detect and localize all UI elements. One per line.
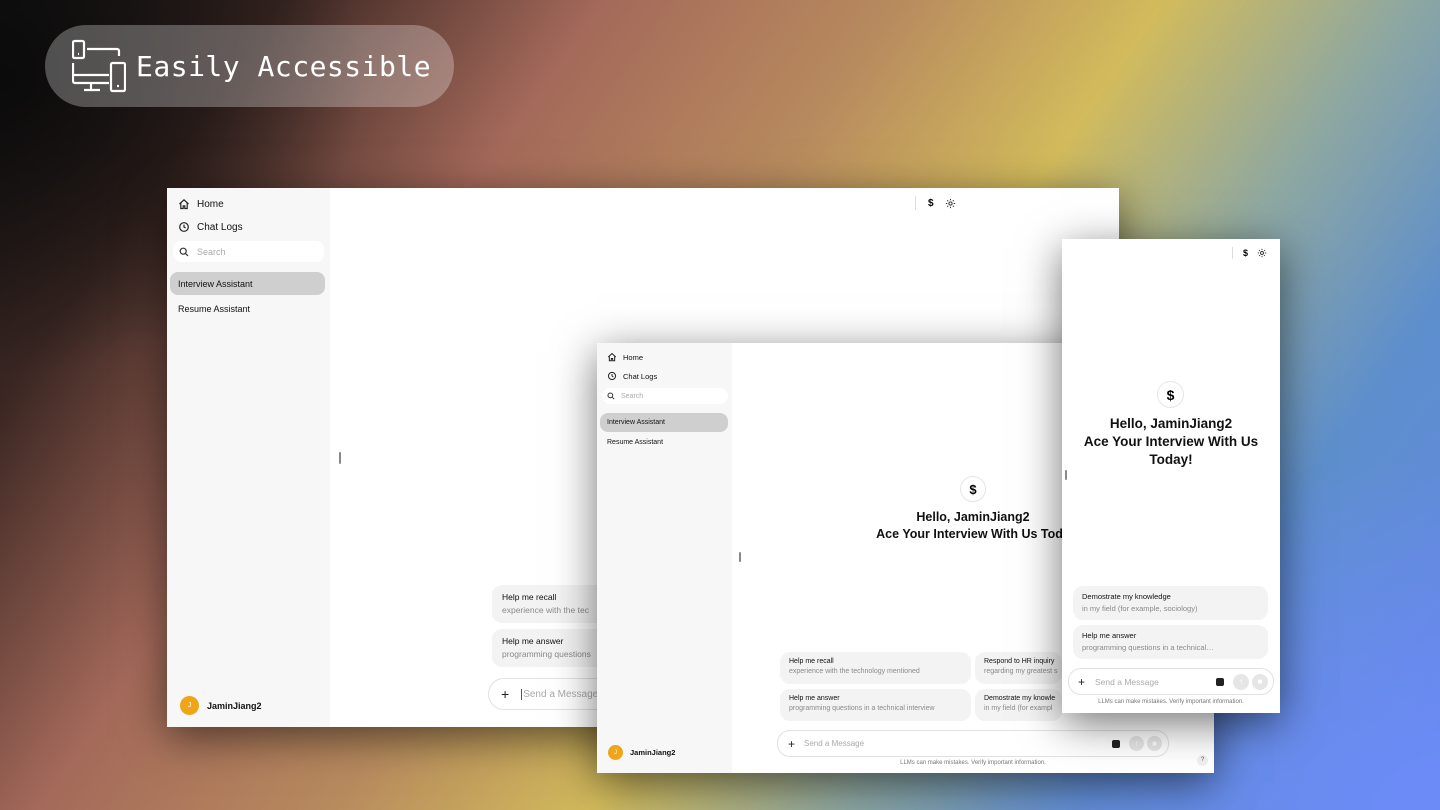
gear-icon[interactable] xyxy=(945,198,956,209)
gear-icon[interactable] xyxy=(1257,248,1267,258)
suggestion-title: Help me recall xyxy=(789,658,834,665)
top-toolbar: $ xyxy=(1232,247,1267,259)
suggestion-subtitle: in my field (for example, sociology) xyxy=(1082,604,1198,613)
home-icon xyxy=(179,198,189,210)
suggestion-title: Help me recall xyxy=(502,592,557,602)
search-placeholder: Search xyxy=(621,392,644,400)
nav-home[interactable]: Home xyxy=(178,198,224,210)
home-icon xyxy=(607,352,617,362)
suggestion-card[interactable]: Demostrate my knowle in my field (for ex… xyxy=(975,689,1062,721)
message-input[interactable]: + Send a Message ↑ ■ xyxy=(777,730,1169,757)
suggestion-subtitle: programming questions xyxy=(502,649,591,659)
disclaimer: LLMs can make mistakes. Verify important… xyxy=(1098,699,1244,705)
search-icon xyxy=(607,392,615,400)
suggestion-title: Demostrate my knowledge xyxy=(1082,592,1171,601)
message-input[interactable]: + Send a Message ↑ ■ xyxy=(1068,668,1274,695)
nav-chat-logs[interactable]: Chat Logs xyxy=(607,371,657,381)
conversation-item[interactable]: Resume Assistant xyxy=(600,433,728,452)
suggestion-subtitle: programming questions in a technical int… xyxy=(789,705,935,712)
suggestion-card[interactable]: Help me answer programming questions in … xyxy=(1073,625,1268,659)
avatar: J xyxy=(608,745,623,760)
nav-home[interactable]: Home xyxy=(607,352,643,362)
suggestion-title: Respond to HR inquiry xyxy=(984,658,1055,665)
logo-icon: $ xyxy=(1166,386,1175,403)
plugin-icon[interactable] xyxy=(1216,677,1224,686)
avatar: J xyxy=(180,696,199,715)
badge-label: Easily Accessible xyxy=(136,49,432,83)
add-attachment-button[interactable]: + xyxy=(501,686,509,702)
plugin-icon[interactable] xyxy=(1112,739,1120,748)
greeting-line-3: Today! xyxy=(1149,452,1193,467)
disclaimer: LLMs can make mistakes. Verify important… xyxy=(900,760,1046,766)
search-icon xyxy=(179,247,189,256)
search-input[interactable]: Search xyxy=(173,241,324,262)
sidebar-resize-handle[interactable] xyxy=(739,552,741,562)
suggestion-subtitle: experience with the tec xyxy=(502,605,589,615)
suggestion-subtitle: experience with the technology mentioned xyxy=(789,668,920,675)
nav-chat-logs-label: Chat Logs xyxy=(623,371,658,381)
history-icon xyxy=(607,371,617,381)
logo-icon[interactable]: $ xyxy=(928,198,934,209)
search-input[interactable]: Search xyxy=(602,388,728,404)
user-name: JaminJiang2 xyxy=(207,700,262,711)
logo-icon: $ xyxy=(969,481,977,497)
greeting-line-2: Ace Your Interview With Us xyxy=(1083,434,1259,449)
suggestion-card[interactable]: Respond to HR inquiry regarding my great… xyxy=(975,652,1062,684)
conversation-item[interactable]: Resume Assistant xyxy=(170,297,325,320)
conversation-item[interactable]: Interview Assistant xyxy=(170,272,325,295)
search-placeholder: Search xyxy=(197,246,226,257)
devices-icon xyxy=(72,39,126,93)
app-logo: $ xyxy=(1157,381,1184,408)
voice-button[interactable]: ■ xyxy=(1147,736,1162,751)
nav-chat-logs[interactable]: Chat Logs xyxy=(178,221,243,233)
top-toolbar: $ xyxy=(915,196,956,210)
nav-chat-logs-label: Chat Logs xyxy=(197,221,243,233)
conversation-label: Interview Assistant xyxy=(607,419,665,426)
send-button[interactable]: ↑ xyxy=(1233,673,1249,690)
sidebar: Home Chat Logs Search Interview Assistan… xyxy=(597,343,732,773)
feature-badge: Easily Accessible xyxy=(45,25,454,107)
help-button[interactable]: ? xyxy=(1197,755,1208,766)
send-button[interactable]: ↑ xyxy=(1129,736,1144,751)
nav-home-label: Home xyxy=(623,352,644,362)
user-profile[interactable]: J JaminJiang2 xyxy=(608,745,675,760)
suggestion-subtitle: in my field (for exampl xyxy=(984,705,1053,712)
add-attachment-button[interactable]: + xyxy=(788,737,795,751)
sidebar-resize-handle[interactable] xyxy=(339,452,341,464)
conversation-item[interactable]: Interview Assistant xyxy=(600,413,728,432)
conversation-label: Resume Assistant xyxy=(178,303,251,314)
add-attachment-button[interactable]: + xyxy=(1078,675,1085,689)
conversation-label: Interview Assistant xyxy=(178,278,253,289)
app-logo: $ xyxy=(960,476,986,502)
greeting-line-1: Hello, JaminJiang2 xyxy=(916,510,1030,524)
greeting-line-2: Ace Your Interview With Us Toda xyxy=(876,527,1070,541)
divider xyxy=(1232,247,1233,259)
suggestion-subtitle: programming questions in a technical… xyxy=(1082,643,1214,652)
suggestion-subtitle: regarding my greatest s xyxy=(984,668,1058,675)
message-placeholder: Send a Message xyxy=(804,739,865,748)
logo-icon[interactable]: $ xyxy=(1243,248,1248,258)
user-profile[interactable]: J JaminJiang2 xyxy=(180,696,262,715)
greeting-line-1: Hello, JaminJiang2 xyxy=(1109,416,1233,431)
suggestion-title: Help me answer xyxy=(789,695,840,702)
sidebar: Home Chat Logs Search Interview Assistan… xyxy=(167,188,330,727)
user-name: JaminJiang2 xyxy=(630,748,676,757)
mobile-window: $ $ Hello, JaminJiang2 Ace Your Intervie… xyxy=(1062,239,1280,713)
suggestion-card[interactable]: Help me recall experience with the techn… xyxy=(780,652,971,684)
suggestion-title: Help me answer xyxy=(502,636,564,646)
message-placeholder: Send a Message xyxy=(1095,676,1159,687)
suggestion-title: Demostrate my knowle xyxy=(984,695,1056,702)
voice-button[interactable]: ■ xyxy=(1252,673,1268,690)
divider xyxy=(915,196,916,210)
nav-home-label: Home xyxy=(197,198,224,210)
conversation-label: Resume Assistant xyxy=(607,439,664,446)
greeting: Hello, JaminJiang2 Ace Your Interview Wi… xyxy=(853,509,1093,543)
sidebar-resize-handle[interactable] xyxy=(1065,470,1067,480)
suggestion-title: Help me answer xyxy=(1082,631,1137,640)
suggestion-card[interactable]: Help me answer programming questions in … xyxy=(780,689,971,721)
history-icon xyxy=(179,222,189,232)
greeting: Hello, JaminJiang2 Ace Your Interview Wi… xyxy=(1072,415,1270,469)
suggestion-card[interactable]: Demostrate my knowledge in my field (for… xyxy=(1073,586,1268,620)
